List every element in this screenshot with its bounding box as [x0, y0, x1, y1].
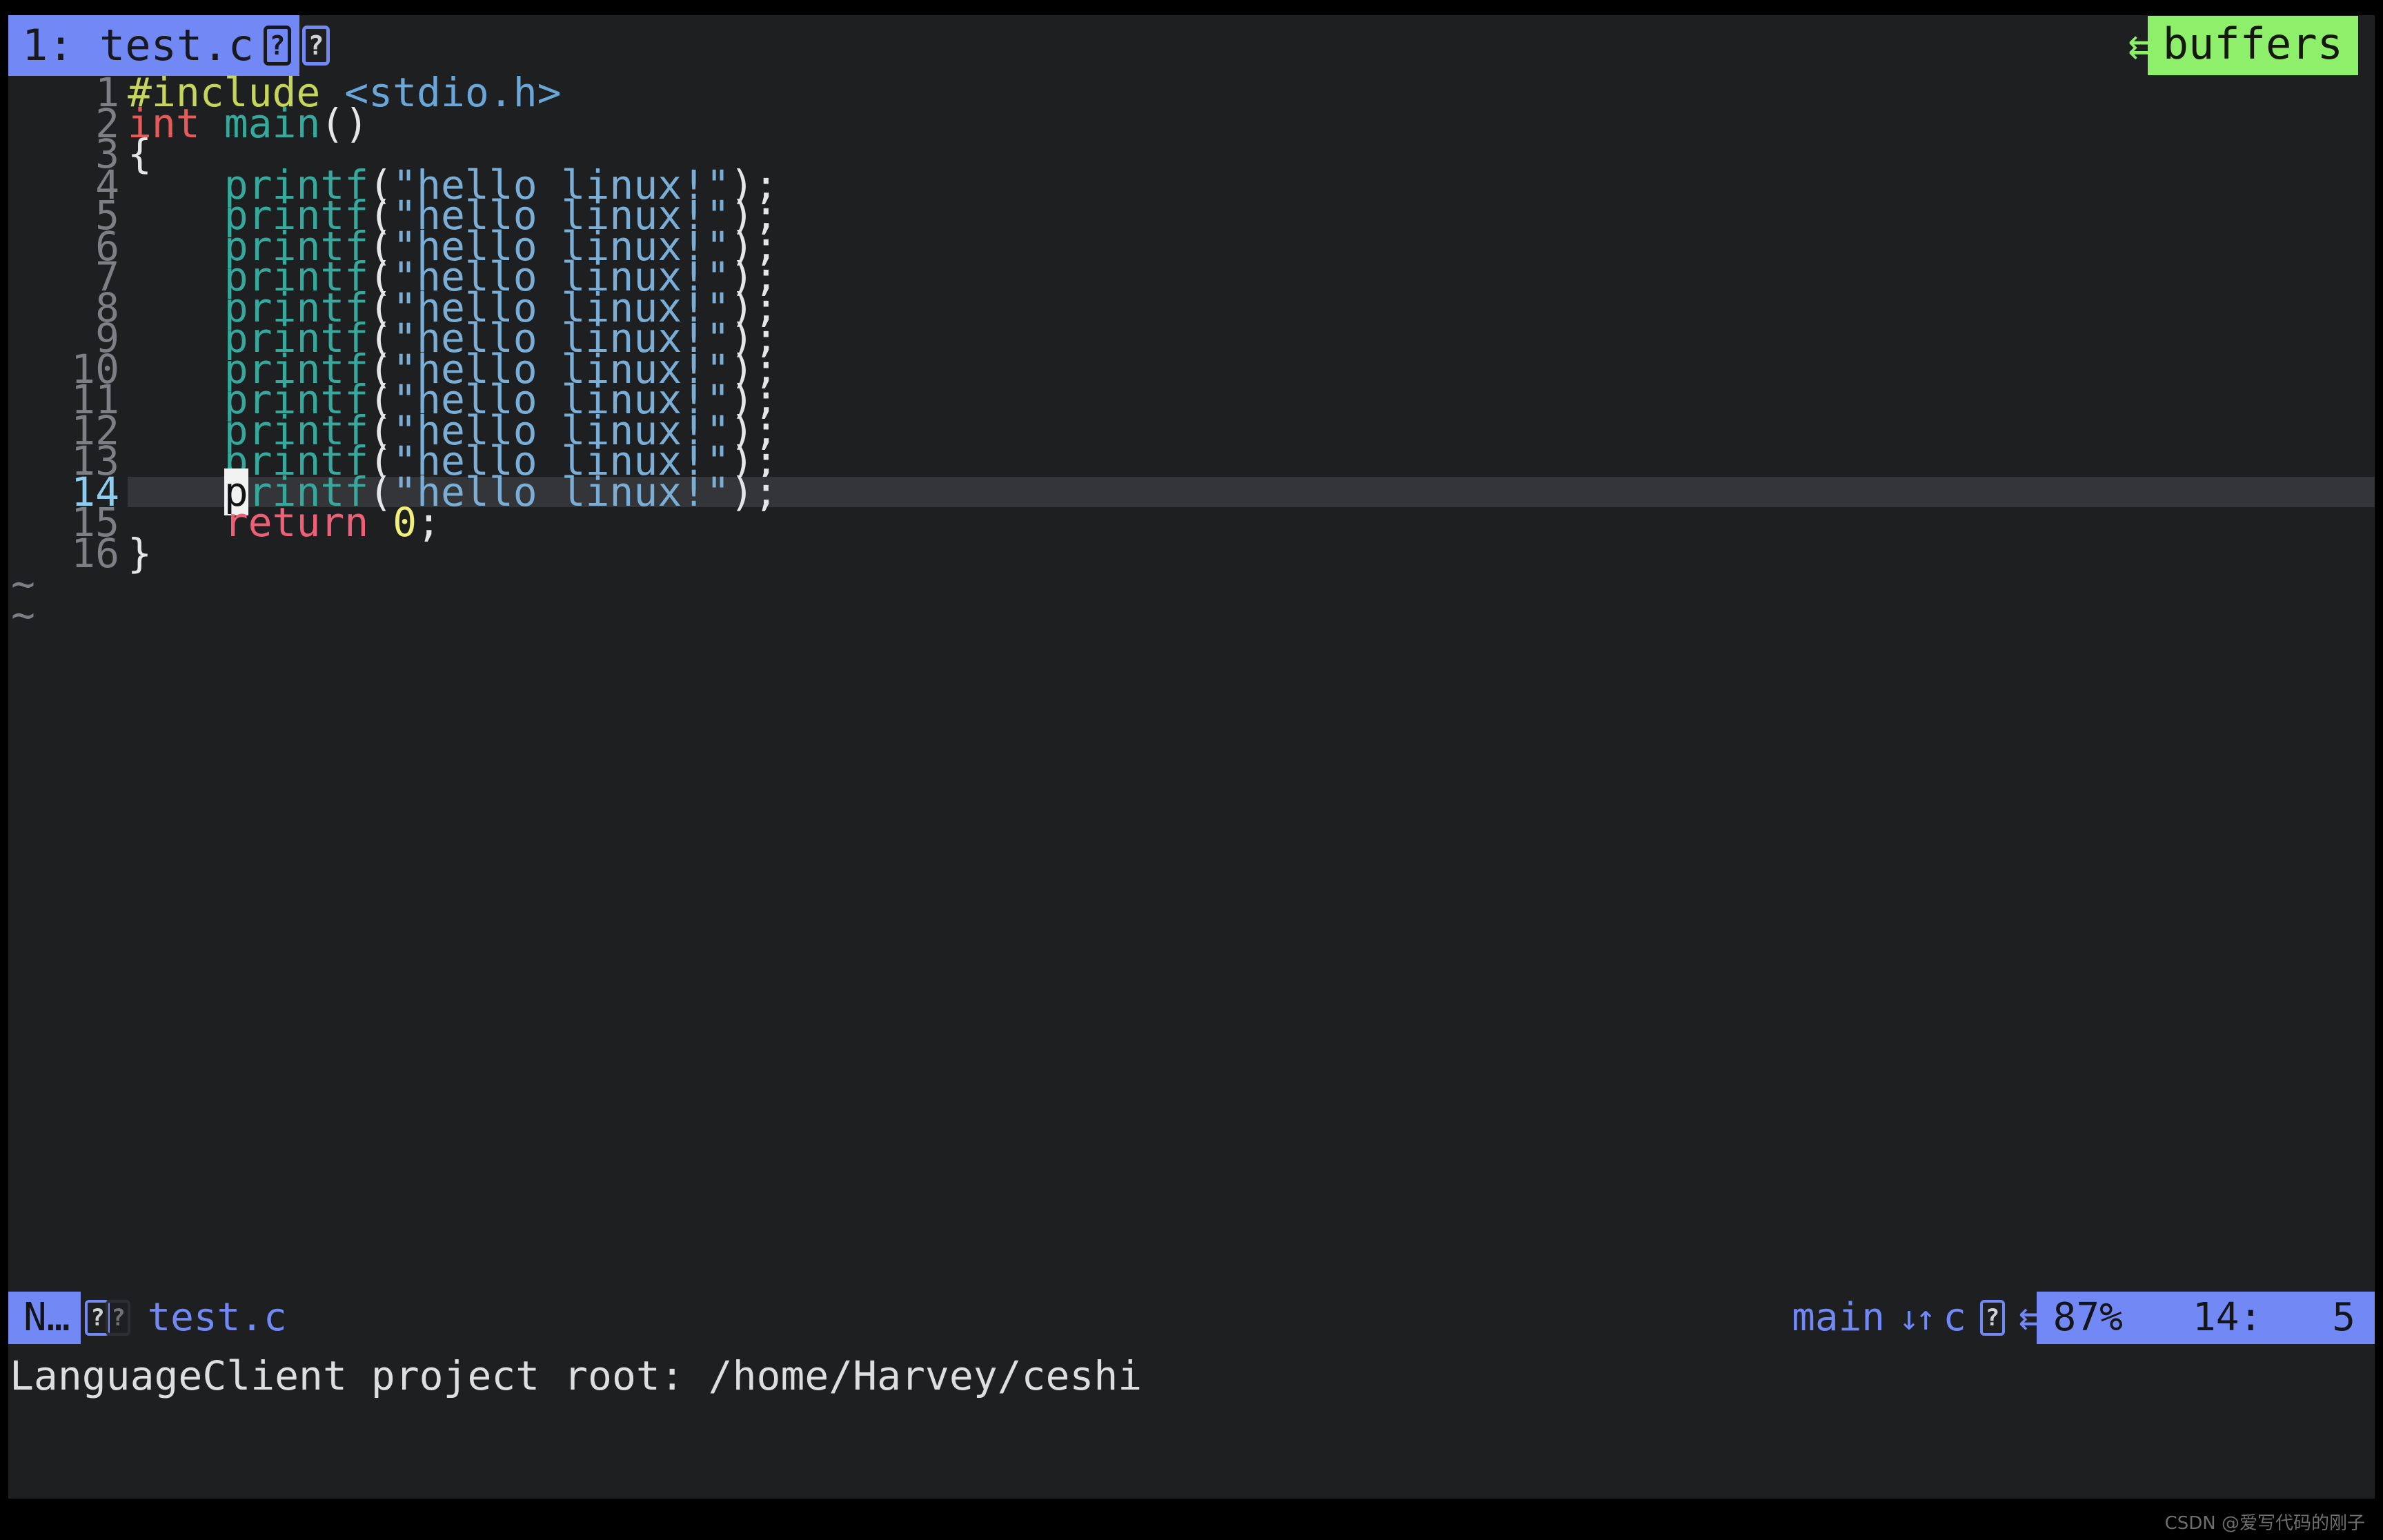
- status-current-function: main: [1792, 1295, 1886, 1340]
- tab-label: 1: test.c: [22, 20, 254, 70]
- tabline: 1: test.c ? ? ⇇ buffers: [8, 15, 2375, 76]
- tab-missing-glyph-icon-1: ?: [263, 26, 291, 66]
- status-missing-glyph-icon-2: ?: [106, 1300, 131, 1336]
- status-spacer: [287, 1292, 1792, 1344]
- status-filetype: c: [1943, 1295, 1966, 1340]
- code-editor-area[interactable]: 1 #include <stdio.h> 2 int main() 3{4 printf…: [8, 72, 2375, 1292]
- empty-line-marker: ~: [11, 560, 35, 608]
- status-icon-group: ? ?: [81, 1292, 135, 1344]
- code-line-text: }: [128, 533, 2375, 573]
- code-line-text: #include <stdio.h>: [128, 72, 2375, 112]
- empty-line-marker: ~: [11, 591, 35, 638]
- code-line[interactable]: 2 int main(): [8, 103, 2375, 144]
- scroll-updown-icon: ↓↑: [1899, 1298, 1936, 1338]
- watermark: CSDN @爱写代码的刚子: [2164, 1513, 2365, 1534]
- code-line[interactable]: 15 return 0;: [8, 502, 2375, 542]
- line-number: 16: [71, 529, 119, 577]
- screen-root: 1: test.c ? ? ⇇ buffers 1 #include <stdio…: [0, 0, 2383, 1540]
- status-filetype-icon-group: ?: [1975, 1292, 2009, 1344]
- message-line: LanguageClient project root: /home/Harve…: [8, 1344, 2375, 1408]
- status-position-spacer: [2123, 1299, 2193, 1337]
- status-position-section: 87% 14: 5: [2036, 1292, 2375, 1344]
- code-line-text: return 0;: [128, 502, 2375, 542]
- code-line-text: int main(): [128, 103, 2375, 144]
- status-separator-arrow-icon: ⇇: [2018, 1295, 2042, 1340]
- status-line-column: 14: 5: [2192, 1295, 2355, 1340]
- status-scroll-percent: 87%: [2053, 1295, 2123, 1340]
- code-line-text: printf("hello linux!");: [128, 468, 2375, 515]
- status-mode-indicator: N…: [8, 1292, 81, 1344]
- code-line[interactable]: 16}: [8, 529, 2375, 577]
- tabline-filler: [333, 15, 2128, 76]
- status-filename: test.c: [147, 1295, 287, 1340]
- tabline-separator-arrow-icon: ⇇: [2128, 21, 2153, 70]
- code-token: }: [128, 529, 152, 577]
- terminal-window: 1: test.c ? ? ⇇ buffers 1 #include <stdio…: [8, 15, 2375, 1499]
- tab-test-c[interactable]: 1: test.c ?: [8, 15, 299, 76]
- buffers-label[interactable]: buffers: [2147, 16, 2358, 75]
- tab-modified-indicator: ?: [299, 15, 334, 76]
- status-filetype-missing-glyph-icon: ?: [1979, 1300, 2005, 1336]
- tab-missing-glyph-icon-2: ?: [301, 26, 330, 66]
- statusline: N… ? ? test.c main ↓↑ c ? ⇇ 87% 14: 5: [8, 1292, 2375, 1344]
- tabline-right-section: ⇇ buffers: [2128, 15, 2375, 76]
